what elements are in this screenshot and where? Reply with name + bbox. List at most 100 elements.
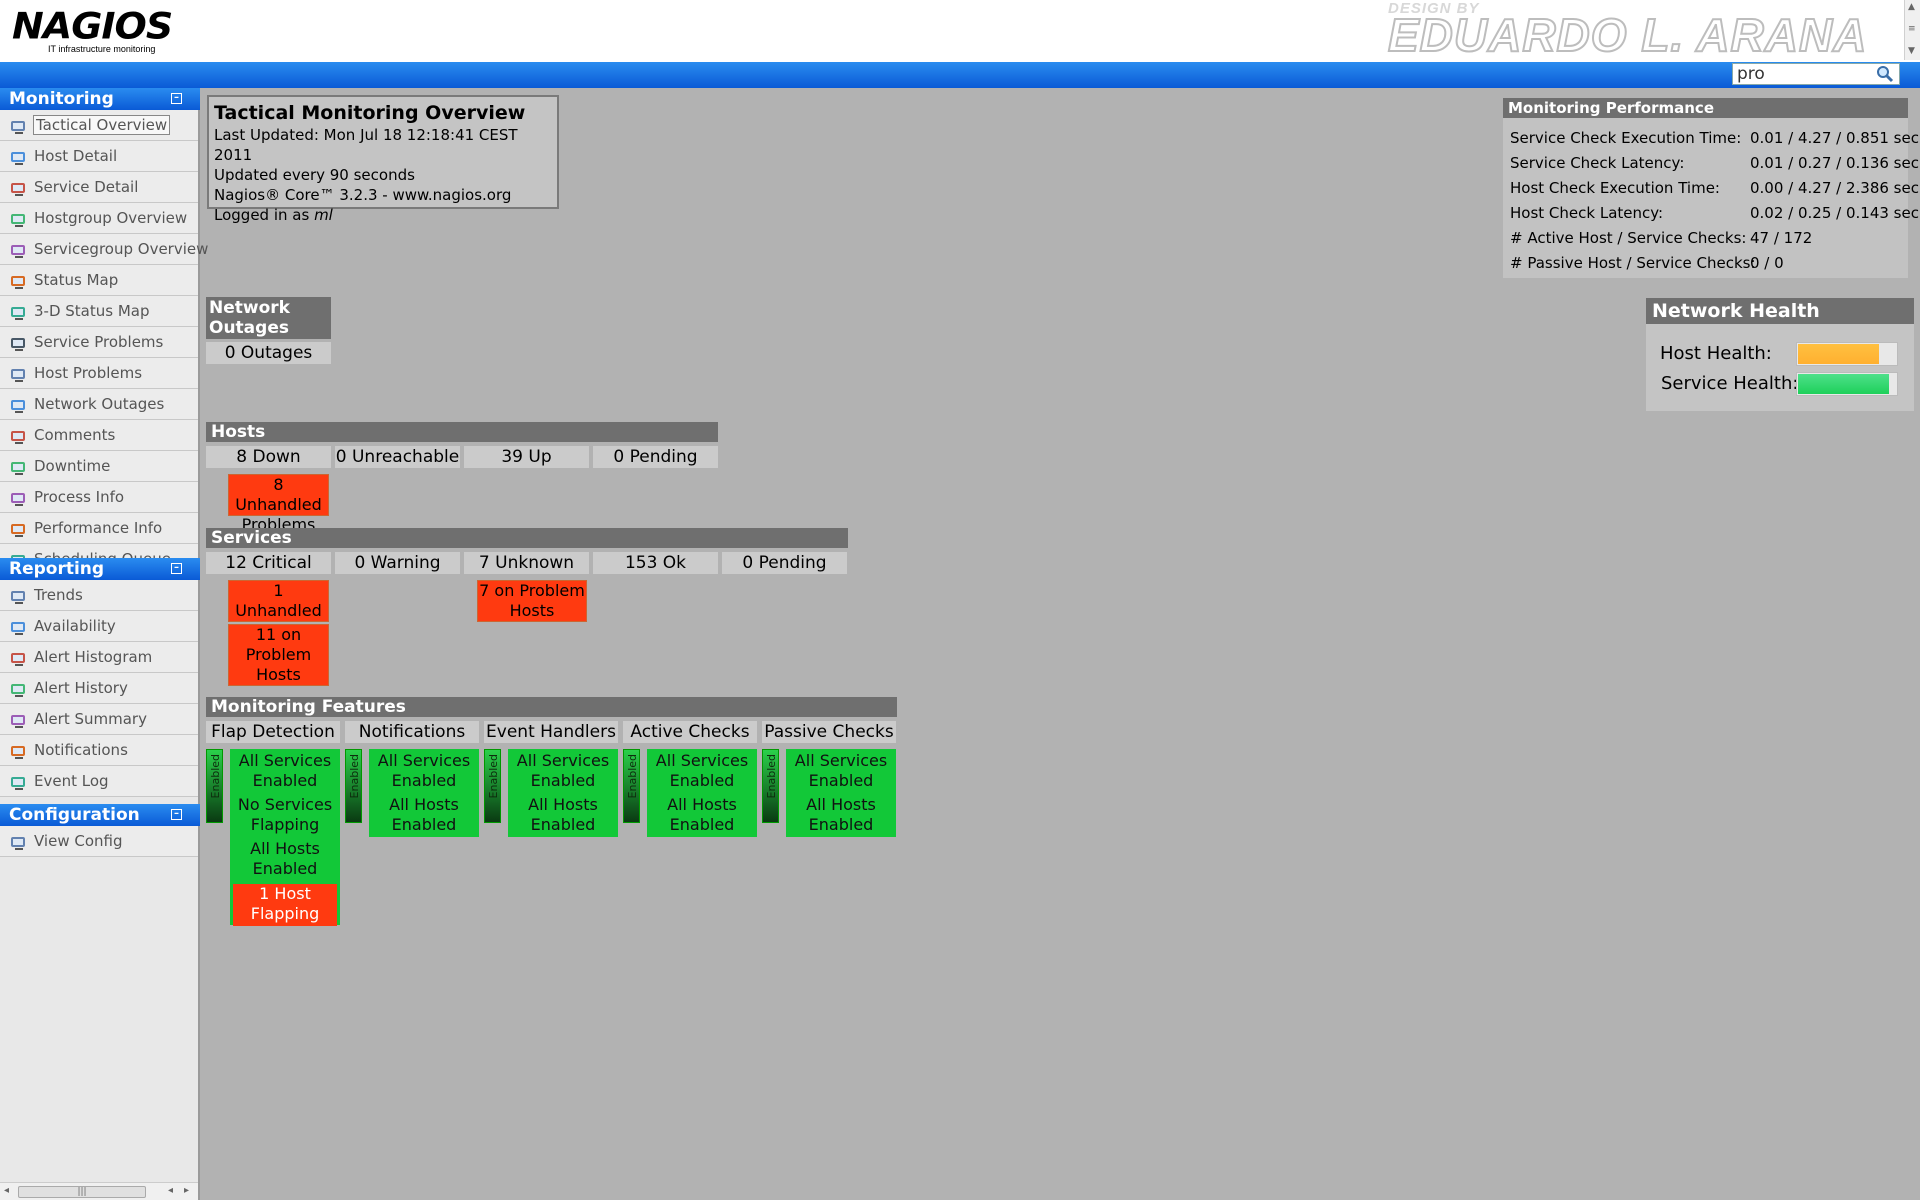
sidebar-item-label: Trends [34,586,83,604]
services-0-pending[interactable]: 0 Pending [722,552,847,574]
search-icon[interactable] [1876,65,1894,83]
sidebar-item-hostgroup-overview[interactable]: Hostgroup Overview [0,203,198,234]
header-scrollbar[interactable]: ▲ ≡ ▼ [1904,0,1920,60]
services-unknown-on-problem-hosts[interactable]: 7 on Problem Hosts [477,580,587,622]
collapse-icon[interactable]: – [171,809,182,820]
hostgroup-icon [10,209,28,227]
host-health-bar[interactable] [1796,342,1898,366]
logged-in-label: Logged in as [214,206,315,224]
collapse-icon[interactable]: – [171,563,182,574]
version-link[interactable]: Nagios® Core™ 3.2.3 - www.nagios.org [214,186,511,204]
feature-enabled-toggle[interactable]: Enabled [484,749,501,823]
hosts-0-unreachable[interactable]: 0 Unreachable [335,446,460,468]
nagios-logo[interactable]: NAGIOS IT infrastructure monitoring [10,6,173,54]
feature-header-passive-checks[interactable]: Passive Checks [762,721,896,743]
feature-enabled-toggle[interactable]: Enabled [623,749,640,823]
feature-status-box[interactable]: All Services Enabled All Hosts Enabled [786,749,896,837]
services-critical-on-problem-hosts[interactable]: 11 on Problem Hosts [228,624,329,686]
scroll-left-icon[interactable]: ◂ [168,1185,173,1196]
scroll-left-icon[interactable]: ◂ [4,1185,9,1196]
sidebar-item-view-config[interactable]: View Config [0,826,198,857]
sidebar-item-3-d-status-map[interactable]: 3-D Status Map [0,296,198,327]
feature-enabled-toggle[interactable]: Enabled [345,749,362,823]
sidebar-item-label: Notifications [34,741,128,759]
feature-header-active-checks[interactable]: Active Checks [623,721,757,743]
sidebar-item-servicegroup-overview[interactable]: Servicegroup Overview [0,234,208,265]
hosts-unhandled-problems[interactable]: 8 Unhandled Problems [228,474,329,534]
collapse-icon[interactable]: – [171,93,182,104]
performance-row: # Active Host / Service Checks: 47 / 172 [1510,228,1812,248]
services-7-unknown[interactable]: 7 Unknown [464,552,589,574]
section-monitoring-title: Monitoring [9,89,114,109]
scroll-thumb[interactable]: ||| [18,1186,146,1198]
hosts-8-down[interactable]: 8 Down [206,446,331,468]
comments-icon [10,426,28,444]
hosts-39-up[interactable]: 39 Up [464,446,589,468]
feature-status-line: All Hosts Enabled [250,839,320,878]
sidebar-item-label: View Config [34,832,123,850]
sidebar-item-label: Availability [34,617,116,635]
section-monitoring[interactable]: Monitoring – [0,88,200,110]
host-health-fill [1798,344,1879,364]
sidebar-item-service-problems[interactable]: Service Problems [0,327,198,358]
feature-status-box[interactable]: All Services Enabled All Hosts Enabled [647,749,757,837]
scroll-thumb-icon[interactable]: ≡ [1908,24,1916,34]
host-health-label: Host Health: [1660,343,1772,364]
performance-label: # Active Host / Service Checks: [1510,229,1747,247]
sidebar-item-tactical-overview[interactable]: Tactical Overview [0,110,198,141]
feature-enabled-toggle[interactable]: Enabled [762,749,779,823]
sidebar-item-comments[interactable]: Comments [0,420,198,451]
feature-header-event-handlers[interactable]: Event Handlers [484,721,618,743]
sidebar-scrollbar[interactable]: ◂ ||| ◂ ▸ [0,1182,198,1200]
feature-status-box[interactable]: All Services Enabled All Hosts Enabled [369,749,479,837]
performance-label: # Passive Host / Service Checks: [1510,254,1756,272]
performance-row: Host Check Execution Time: 0.00 / 4.27 / … [1510,178,1919,198]
sidebar-item-label: Event Log [34,772,109,790]
sidebar-item-network-outages[interactable]: Network Outages [0,389,198,420]
sidebar-item-alert-histogram[interactable]: Alert Histogram [0,642,198,673]
sidebar-item-alert-history[interactable]: Alert History [0,673,198,704]
feature-header-flap-detection[interactable]: Flap Detection [206,721,340,743]
outages-title: Network Outages [206,297,331,339]
search-input[interactable] [1732,63,1900,85]
enabled-label: Enabled [626,754,639,799]
services-critical-unhandled[interactable]: 1 Unhandled Problems [228,580,329,640]
hosts-0-pending[interactable]: 0 Pending [593,446,718,468]
sidebar-item-host-detail[interactable]: Host Detail [0,141,198,172]
sidebar-item-availability[interactable]: Availability [0,611,198,642]
feature-alert[interactable]: 1 Host Flapping [233,884,337,926]
sidebar-item-host-problems[interactable]: Host Problems [0,358,198,389]
service-health-fill [1798,374,1889,394]
outages-count[interactable]: 0 Outages [206,342,331,364]
scroll-up-icon[interactable]: ▲ [1908,2,1915,12]
sidebar-item-label: Hostgroup Overview [34,209,188,227]
sidebar-item-event-log[interactable]: Event Log [0,766,198,797]
sidebar-item-alert-summary[interactable]: Alert Summary [0,704,198,735]
scroll-right-icon[interactable]: ▸ [184,1185,189,1196]
logo-subtitle: IT infrastructure monitoring [48,44,156,54]
sidebar-item-service-detail[interactable]: Service Detail [0,172,198,203]
sidebar-item-label: Alert Histogram [34,648,153,666]
sidebar-item-performance-info[interactable]: Performance Info [0,513,198,544]
performance-title: Monitoring Performance [1503,98,1908,118]
service-health-bar[interactable] [1796,372,1898,396]
notifications-icon [10,741,28,759]
feature-status-box[interactable]: All Services Enabled All Hosts Enabled [508,749,618,837]
service-problem-icon [10,333,28,351]
section-configuration[interactable]: Configuration – [0,804,200,826]
username: ml [314,206,333,224]
version-info[interactable]: Nagios® Core™ 3.2.3 - www.nagios.org [214,185,552,205]
services-153-ok[interactable]: 153 Ok [593,552,718,574]
sidebar-item-process-info[interactable]: Process Info [0,482,198,513]
feature-enabled-toggle[interactable]: Enabled [206,749,223,823]
sidebar-item-notifications[interactable]: Notifications [0,735,198,766]
section-reporting[interactable]: Reporting – [0,558,200,580]
services-0-warning[interactable]: 0 Warning [335,552,460,574]
feature-header-notifications[interactable]: Notifications [345,721,479,743]
scroll-down-icon[interactable]: ▼ [1908,46,1915,56]
services-12-critical[interactable]: 12 Critical [206,552,331,574]
sidebar-item-trends[interactable]: Trends [0,580,198,611]
sidebar-item-label: Performance Info [34,519,163,537]
sidebar-item-status-map[interactable]: Status Map [0,265,198,296]
sidebar-item-downtime[interactable]: Downtime [0,451,198,482]
